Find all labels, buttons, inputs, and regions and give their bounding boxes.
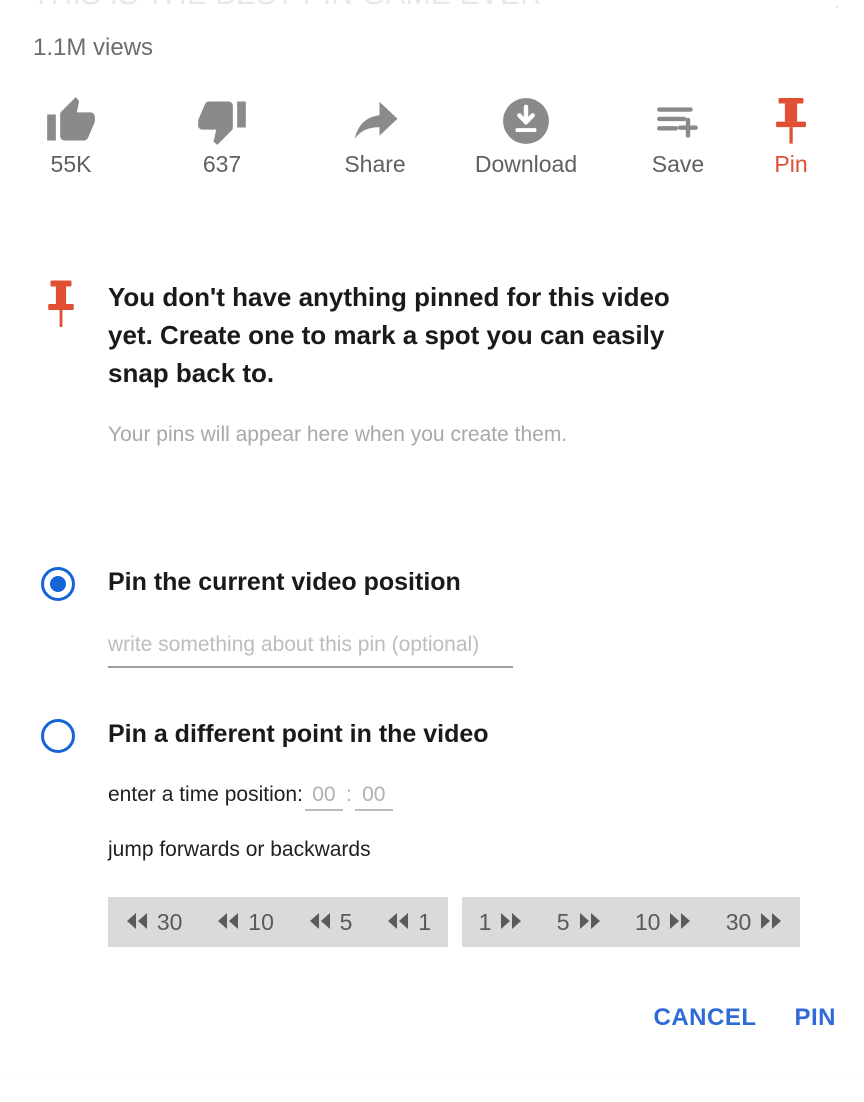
jump-back-5-button[interactable]: 5 — [304, 909, 357, 936]
jump-back-1-label: 1 — [418, 908, 432, 935]
jump-back-30-label: 30 — [156, 908, 183, 935]
radio-pin-current-position[interactable] — [41, 567, 75, 601]
jump-forward-5-button[interactable]: 5 — [553, 909, 606, 936]
pin-confirm-button[interactable]: PIN — [794, 1004, 836, 1032]
pin-icon — [736, 92, 846, 150]
pin-note-input[interactable] — [108, 630, 513, 668]
jump-forward-30-label: 30 — [725, 908, 752, 935]
empty-state-pin-icon — [44, 280, 78, 337]
fast-forward-icon — [578, 909, 602, 936]
cancel-button[interactable]: CANCEL — [653, 1004, 756, 1032]
jump-back-10-button[interactable]: 10 — [212, 909, 278, 936]
download-label: Download — [474, 151, 578, 177]
pin-button[interactable]: Pin — [736, 92, 846, 196]
overflow-menu-icon[interactable]: ⋮ — [826, 0, 850, 12]
save-button[interactable]: Save — [623, 92, 733, 196]
jump-caption: jump forwards or backwards — [108, 838, 371, 861]
jump-back-5-label: 5 — [339, 908, 353, 935]
rewind-icon — [125, 909, 149, 936]
jump-forward-group: 1 5 10 30 — [462, 897, 800, 947]
time-seconds-input[interactable] — [354, 783, 393, 811]
rewind-icon — [386, 909, 410, 936]
jump-backward-group: 30 10 5 1 — [108, 897, 448, 947]
video-title: THIS IS THE BEST PIN GAME EVER — [32, 0, 822, 12]
jump-forward-30-button[interactable]: 30 — [722, 909, 788, 936]
like-count: 55K — [50, 151, 92, 177]
empty-state-title: You don't have anything pinned for this … — [108, 282, 670, 388]
time-separator: : — [345, 783, 352, 806]
dialog-footer: CANCEL PIN — [653, 1004, 836, 1032]
save-label: Save — [651, 151, 705, 177]
time-minutes-input[interactable] — [304, 783, 343, 811]
jump-forward-10-label: 10 — [634, 908, 661, 935]
radio-selected-dot — [50, 576, 66, 592]
fast-forward-icon — [759, 909, 783, 936]
jump-back-1-button[interactable]: 1 — [382, 909, 435, 936]
radio-pin-different-point[interactable] — [41, 719, 75, 753]
rewind-icon — [308, 909, 332, 936]
pin-label: Pin — [774, 151, 808, 177]
fast-forward-icon — [668, 909, 692, 936]
jump-forward-1-button[interactable]: 1 — [475, 909, 528, 936]
thumb-down-icon — [167, 92, 277, 150]
share-label: Share — [344, 151, 406, 177]
action-bar: 55K 637 Share Download Save Pin — [0, 92, 864, 196]
jump-forward-10-button[interactable]: 10 — [631, 909, 697, 936]
bottom-divider — [0, 1074, 864, 1075]
jump-forward-5-label: 5 — [556, 908, 570, 935]
download-button[interactable]: Download — [471, 92, 581, 196]
like-button[interactable]: 55K — [16, 92, 126, 196]
label-pin-different-point: Pin a different point in the video — [108, 720, 489, 748]
jump-forward-1-label: 1 — [478, 908, 492, 935]
empty-state-subtitle: Your pins will appear here when you crea… — [108, 423, 568, 446]
jump-back-10-label: 10 — [248, 908, 274, 935]
time-position-label: enter a time position: — [108, 783, 303, 806]
jump-back-30-button[interactable]: 30 — [121, 909, 187, 936]
share-icon — [320, 92, 430, 150]
save-icon — [623, 92, 733, 150]
pin-dialog-page: THIS IS THE BEST PIN GAME EVER ⋮ 1.1M vi… — [0, 0, 864, 1102]
fast-forward-icon — [499, 909, 523, 936]
view-count: 1.1M views — [33, 34, 154, 61]
download-icon — [471, 92, 581, 150]
thumb-up-icon — [16, 92, 126, 150]
dislike-button[interactable]: 637 — [167, 92, 277, 196]
label-pin-current-position: Pin the current video position — [108, 568, 461, 596]
rewind-icon — [216, 909, 240, 936]
time-position-row: enter a time position: : — [108, 783, 395, 811]
dislike-count: 637 — [202, 151, 242, 177]
share-button[interactable]: Share — [320, 92, 430, 196]
